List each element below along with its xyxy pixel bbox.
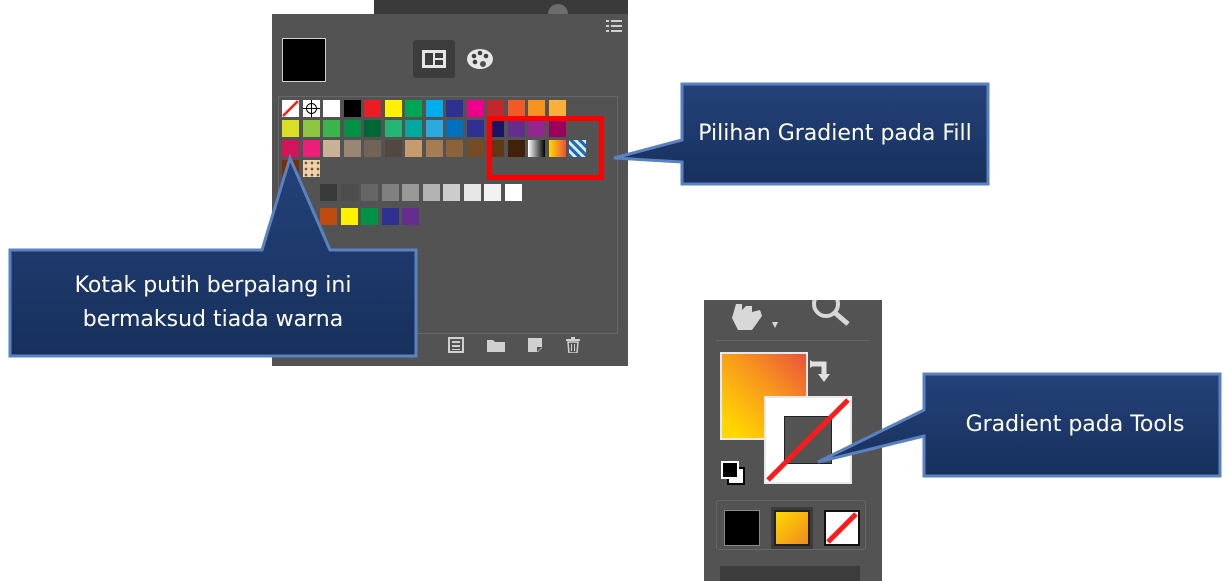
callout-layer — [8, 82, 1222, 478]
callout-gradient-fill-shape — [613, 82, 990, 186]
callout-no-color-shape — [8, 153, 418, 358]
callout-gradient-tools-shape — [817, 372, 1222, 478]
